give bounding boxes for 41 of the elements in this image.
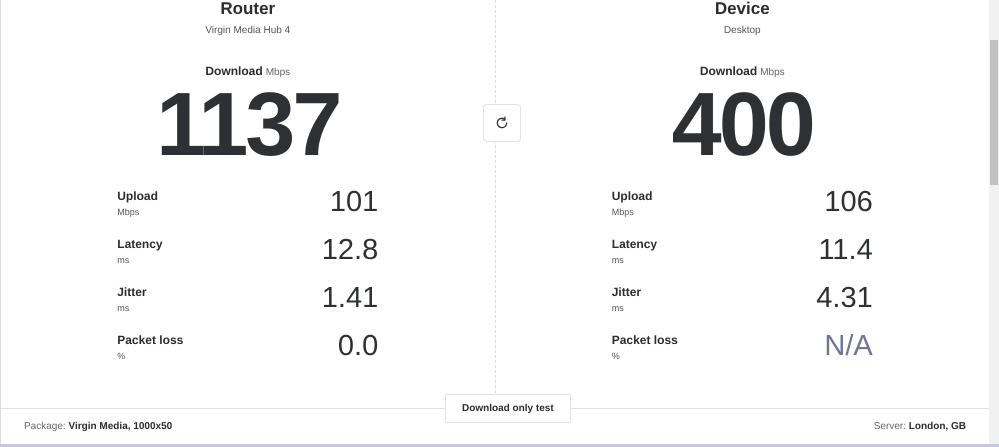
metric-label: Jitter	[117, 284, 147, 300]
metric-value: 11.4	[818, 234, 873, 266]
download-label: Download	[700, 63, 758, 80]
metric-unit: ms	[117, 254, 130, 267]
metric-label: Upload	[612, 188, 652, 204]
download-unit: Mbps	[266, 66, 290, 80]
refresh-button[interactable]	[483, 104, 521, 142]
metric-label: Packet loss	[117, 332, 184, 348]
metric-unit: ms	[117, 302, 130, 315]
metric-unit: Mbps	[612, 206, 635, 219]
metric-label: Upload	[117, 188, 158, 204]
download-only-test-button[interactable]: Download only test	[445, 394, 571, 423]
metric-value: 106	[824, 186, 873, 218]
metric-unit: ms	[612, 302, 625, 315]
metric-value: 4.31	[816, 282, 873, 314]
metric-value: 0.0	[338, 330, 378, 362]
panel-title: Router	[220, 0, 276, 18]
metric-value: 12.8	[322, 234, 378, 266]
metric-value: N/A	[824, 330, 873, 362]
download-value: 400	[672, 80, 813, 170]
metric-label: Latency	[612, 236, 658, 252]
download-value: 1137	[156, 80, 340, 170]
download-label: Download	[205, 63, 263, 80]
refresh-icon	[495, 116, 509, 130]
metric-label: Packet loss	[612, 332, 678, 348]
package-info: Package: Virgin Media, 1000x50	[24, 420, 172, 434]
scrollbar[interactable]	[989, 0, 999, 444]
scrollbar-thumb[interactable]	[990, 40, 998, 185]
metric-label: Latency	[117, 236, 163, 252]
panel-title: Device	[714, 0, 770, 18]
metric-unit: ms	[612, 254, 625, 267]
download-unit: Mbps	[760, 66, 785, 80]
panel-subtitle: Virgin Media Hub 4	[205, 24, 290, 38]
metric-value: 101	[330, 186, 378, 218]
metric-label: Jitter	[612, 284, 642, 300]
metric-unit: %	[117, 350, 126, 363]
metric-unit: %	[612, 350, 621, 363]
metric-unit: Mbps	[117, 206, 140, 219]
panel-subtitle: Desktop	[724, 24, 761, 38]
metric-value: 1.41	[322, 282, 378, 314]
server-info: Server: London, GB	[874, 420, 966, 434]
